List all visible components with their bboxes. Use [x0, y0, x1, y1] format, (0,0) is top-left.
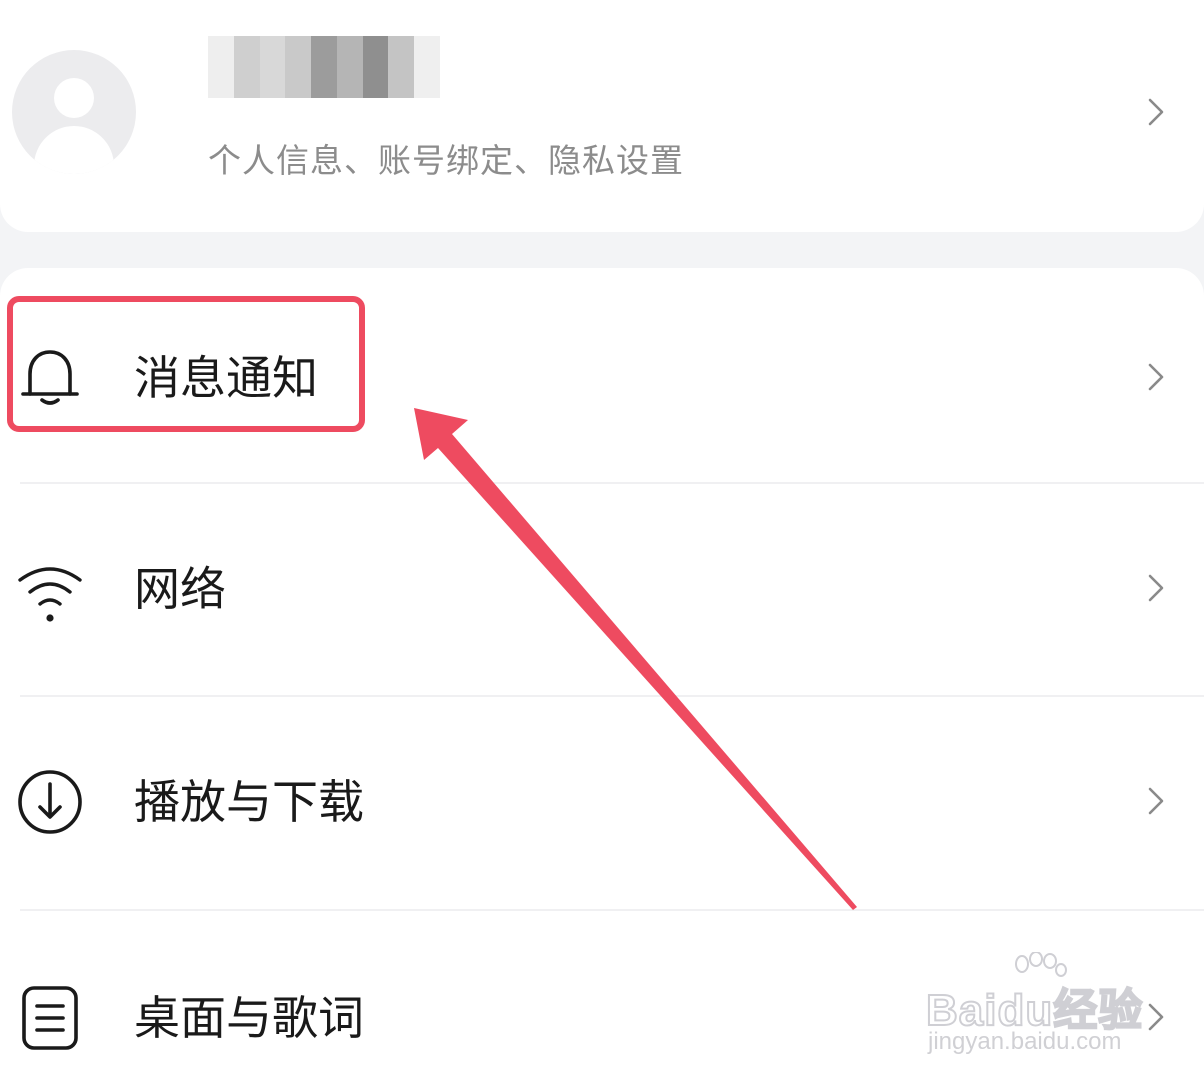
blur-block	[336, 36, 363, 98]
blur-block	[311, 36, 337, 98]
blur-block	[414, 36, 440, 98]
download-circle-icon	[18, 770, 82, 834]
chevron-right-icon	[1148, 98, 1164, 126]
avatar-head-shape	[54, 78, 94, 118]
blur-block	[208, 36, 234, 98]
chevron-right-icon	[1148, 787, 1164, 815]
username-blurred	[208, 36, 440, 98]
blur-block	[388, 36, 415, 98]
wifi-icon	[18, 567, 82, 622]
blur-block	[285, 36, 312, 98]
avatar-body-shape	[34, 126, 114, 174]
highlight-box-annotation	[7, 296, 365, 432]
menu-item-playback-download[interactable]: 播放与下载	[0, 697, 1204, 909]
chevron-right-icon	[1148, 1003, 1164, 1031]
menu-label-playback-download: 播放与下载	[134, 775, 364, 829]
profile-card[interactable]: 个人信息、账号绑定、隐私设置	[0, 0, 1204, 232]
menu-label-desktop-lyrics: 桌面与歌词	[134, 991, 364, 1045]
chevron-right-icon	[1148, 574, 1164, 602]
profile-subtitle: 个人信息、账号绑定、隐私设置	[208, 141, 684, 180]
blur-block	[362, 36, 389, 98]
menu-label-network: 网络	[134, 562, 226, 616]
baidu-jingyan-watermark: Baidu经验 jingyan.baidu.com	[922, 952, 1143, 1062]
blur-block	[233, 36, 260, 98]
lyrics-note-icon	[22, 986, 78, 1050]
blur-block	[259, 36, 286, 98]
watermark-url: jingyan.baidu.com	[928, 1028, 1122, 1055]
avatar[interactable]	[12, 50, 136, 174]
chevron-right-icon	[1148, 363, 1164, 391]
menu-item-network[interactable]: 网络	[0, 484, 1204, 696]
